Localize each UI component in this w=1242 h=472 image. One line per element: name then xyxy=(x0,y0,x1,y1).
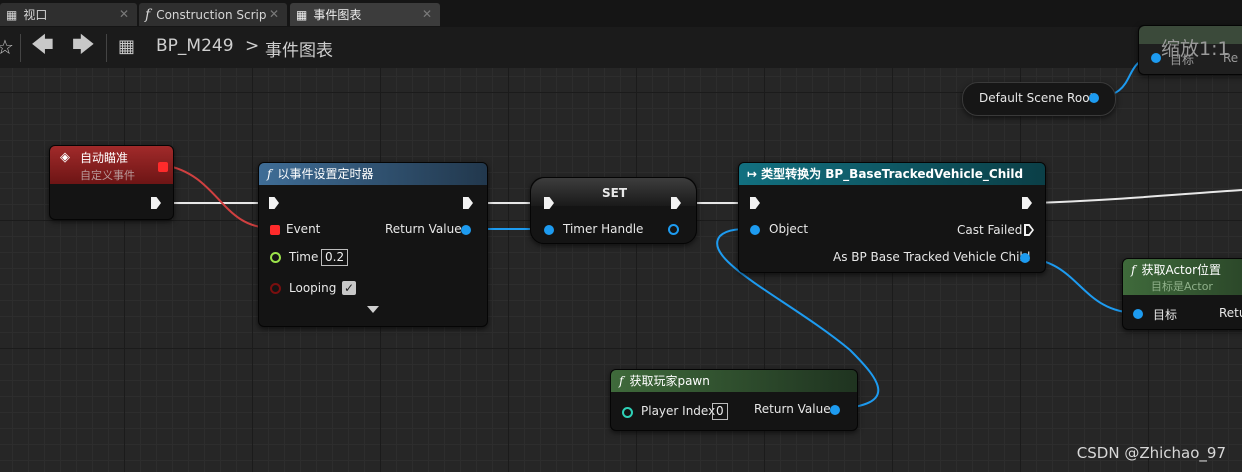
pin-label: Time xyxy=(289,250,319,264)
get-player-pawn-node[interactable]: f 获取玩家pawn Player Index 0 Return Value xyxy=(610,369,858,431)
looping-checkbox[interactable]: ✓ xyxy=(342,281,356,295)
target-node-partial[interactable]: 缩放1:1 目标 Re xyxy=(1138,25,1242,75)
custom-event-node[interactable]: ◈ 自动瞄准 自定义事件 xyxy=(49,145,174,220)
output-pin[interactable] xyxy=(1089,93,1099,103)
node-header: ◈ 自动瞄准 自定义事件 xyxy=(50,146,173,184)
breadcrumb-blueprint[interactable]: BP_M249 xyxy=(156,36,234,56)
pin-label: Return Value xyxy=(385,222,462,236)
breadcrumb-graph[interactable]: 事件图表 xyxy=(265,36,333,61)
set-timer-node[interactable]: f 以事件设置定时器 Event Return Value Time 0.2 Lo… xyxy=(258,162,488,327)
exec-out-pin[interactable] xyxy=(463,197,473,209)
pin-label: Retur xyxy=(1219,306,1242,320)
exec-out-pin[interactable] xyxy=(1022,197,1032,209)
node-title: 自动瞄准 xyxy=(80,151,129,165)
node-title: Default Scene Root xyxy=(979,91,1095,105)
function-icon: f xyxy=(267,167,272,181)
pin-label: Cast Failed xyxy=(957,223,1023,237)
timer-handle-out-pin[interactable] xyxy=(668,224,679,235)
node-title: 获取玩家pawn xyxy=(629,374,710,388)
pin-label: Return Value xyxy=(754,402,831,416)
node-header: ↦ 类型转换为 BP_BaseTrackedVehicle_Child xyxy=(739,163,1045,185)
default-scene-root-node[interactable]: Default Scene Root xyxy=(962,82,1116,116)
node-subtitle: 自定义事件 xyxy=(80,169,135,182)
tab-viewport[interactable]: ▦ 视口 ✕ xyxy=(0,3,137,26)
tab-construction-script[interactable]: f Construction Scrip ✕ xyxy=(139,3,287,26)
watermark: CSDN @Zhichao_97 xyxy=(1076,444,1226,462)
breadcrumb-separator: > xyxy=(245,36,260,56)
return-value-pin[interactable] xyxy=(461,225,471,235)
node-title: 类型转换为 BP_BaseTrackedVehicle_Child xyxy=(761,167,1024,181)
node-title: 以事件设置定时器 xyxy=(277,167,374,181)
graph-toolbar: ☆ 🡄 🡆 ▦ BP_M249 > 事件图表 xyxy=(0,27,1242,69)
function-icon: f xyxy=(1131,263,1136,277)
as-output-pin[interactable] xyxy=(1020,253,1030,263)
cast-failed-pin[interactable] xyxy=(1024,224,1034,236)
set-variable-node[interactable]: SET Timer Handle xyxy=(530,177,697,244)
get-actor-location-node[interactable]: f 获取Actor位置 目标是Actor 目标 Retur xyxy=(1122,258,1242,330)
close-icon[interactable]: ✕ xyxy=(119,7,129,21)
exec-in-pin[interactable] xyxy=(750,197,760,209)
pin-label: 目标 xyxy=(1170,53,1195,67)
exec-in-pin[interactable] xyxy=(269,197,279,209)
pin-label: Looping xyxy=(289,281,337,295)
tab-label: 视口 xyxy=(23,8,48,22)
pin-label: Timer Handle xyxy=(563,222,644,236)
node-header: f 以事件设置定时器 xyxy=(259,163,487,185)
timer-handle-in-pin[interactable] xyxy=(544,225,554,235)
back-arrow-icon[interactable]: 🡄 xyxy=(31,35,54,57)
pin-label: Player Index xyxy=(641,404,716,418)
pin-label: Re xyxy=(1223,51,1239,65)
pin-label: As BP Base Tracked Vehicle Child xyxy=(833,250,1031,264)
cast-icon: ↦ xyxy=(747,167,758,181)
event-pin[interactable] xyxy=(270,225,280,235)
object-pin[interactable] xyxy=(750,225,760,235)
return-value-pin[interactable] xyxy=(830,405,840,415)
node-title: 获取Actor位置 xyxy=(1141,263,1222,277)
tab-label: Construction Scrip xyxy=(156,7,267,22)
target-pin[interactable] xyxy=(1133,309,1143,319)
player-index-input[interactable]: 0 xyxy=(712,403,728,420)
cast-node[interactable]: ↦ 类型转换为 BP_BaseTrackedVehicle_Child Objec… xyxy=(738,162,1046,273)
looping-pin[interactable] xyxy=(270,283,281,294)
tab-event-graph[interactable]: ▦ 事件图表 ✕ xyxy=(290,3,440,26)
time-input[interactable]: 0.2 xyxy=(321,249,349,266)
player-index-pin[interactable] xyxy=(622,407,633,418)
input-pin[interactable] xyxy=(1151,53,1161,63)
star-icon[interactable]: ☆ xyxy=(0,36,14,58)
node-subtitle: 目标是Actor xyxy=(1151,280,1213,293)
exec-out-pin[interactable] xyxy=(151,197,161,209)
pin-label: 目标 xyxy=(1153,308,1178,322)
delegate-pin[interactable] xyxy=(158,162,168,172)
node-title: SET xyxy=(602,186,628,200)
divider xyxy=(20,34,21,62)
graph-icon: ▦ xyxy=(296,7,308,22)
expand-arrow-icon[interactable] xyxy=(367,306,379,313)
viewport-icon: ▦ xyxy=(6,7,18,22)
blueprint-icon: ▦ xyxy=(118,36,136,57)
close-icon[interactable]: ✕ xyxy=(269,7,279,21)
tab-bar: ▦ 视口 ✕ f Construction Scrip ✕ ▦ 事件图表 ✕ xyxy=(0,0,1242,27)
close-icon[interactable]: ✕ xyxy=(422,7,432,21)
time-pin[interactable] xyxy=(270,252,281,263)
pin-label: Object xyxy=(769,222,809,236)
function-icon: f xyxy=(619,374,624,388)
divider xyxy=(106,34,107,62)
function-icon: f xyxy=(145,6,151,23)
event-icon: ◈ xyxy=(60,150,70,165)
pin-label: Event xyxy=(286,222,321,236)
tab-label: 事件图表 xyxy=(313,8,362,22)
node-header: f 获取Actor位置 目标是Actor xyxy=(1123,259,1242,295)
node-header: f 获取玩家pawn xyxy=(611,370,857,392)
forward-arrow-icon[interactable]: 🡆 xyxy=(72,35,95,57)
